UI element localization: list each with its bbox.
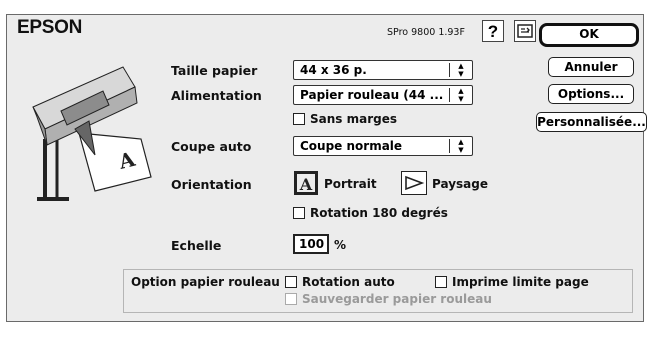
- borderless-checkbox[interactable]: Sans marges: [293, 112, 397, 126]
- cancel-button[interactable]: Annuler: [548, 57, 634, 77]
- scale-input[interactable]: 100: [293, 234, 329, 254]
- auto-cut-label: Coupe auto: [171, 139, 252, 154]
- auto-cut-select[interactable]: Coupe normale ▲ ▼: [293, 136, 473, 156]
- print-page-line-label: Imprime limite page: [452, 275, 589, 289]
- rotate180-checkbox[interactable]: Rotation 180 degrés: [293, 206, 448, 220]
- paper-size-label: Taille papier: [171, 63, 258, 78]
- paper-size-value: 44 x 36 p.: [300, 63, 367, 77]
- ok-button[interactable]: OK: [539, 23, 639, 47]
- brand-logo: EPSON: [17, 17, 83, 38]
- paper-size-select[interactable]: 44 x 36 p. ▲ ▼: [293, 60, 473, 80]
- landscape-label[interactable]: Paysage: [432, 177, 488, 191]
- auto-cut-value: Coupe normale: [300, 139, 403, 153]
- custom-button[interactable]: Personnalisée...: [536, 112, 647, 132]
- checkbox-box[interactable]: [435, 276, 447, 288]
- checkbox-box: [285, 293, 297, 305]
- checkbox-box[interactable]: [293, 207, 305, 219]
- rotate180-label: Rotation 180 degrés: [310, 206, 448, 220]
- auto-rotate-checkbox[interactable]: Rotation auto: [285, 275, 395, 289]
- source-value: Papier rouleau (44 ...: [300, 88, 444, 102]
- source-select[interactable]: Papier rouleau (44 ... ▲ ▼: [293, 85, 473, 105]
- auto-rotate-label: Rotation auto: [302, 275, 395, 289]
- updown-arrow-icon: ▲ ▼: [458, 62, 464, 78]
- checkbox-box[interactable]: [293, 113, 305, 125]
- scale-label: Echelle: [171, 238, 222, 253]
- options-button[interactable]: Options...: [548, 84, 634, 104]
- portrait-icon[interactable]: A: [294, 171, 318, 195]
- printer-utility-icon[interactable]: [514, 20, 536, 42]
- scale-unit: %: [334, 238, 347, 252]
- print-page-line-checkbox[interactable]: Imprime limite page: [435, 275, 589, 289]
- svg-text:A: A: [299, 175, 313, 194]
- landscape-icon[interactable]: [401, 171, 427, 195]
- page-setup-dialog: EPSON SPro 9800 1.93F ? OK Annuler Optio…: [6, 14, 647, 322]
- updown-arrow-icon: ▲ ▼: [458, 138, 464, 154]
- save-roll-paper-label: Sauvegarder papier rouleau: [302, 292, 492, 306]
- updown-arrow-icon: ▲ ▼: [458, 87, 464, 103]
- driver-version: SPro 9800 1.93F: [387, 27, 465, 38]
- portrait-label[interactable]: Portrait: [324, 177, 377, 191]
- printer-illustration: A: [32, 66, 152, 201]
- checkbox-box[interactable]: [285, 276, 297, 288]
- roll-options-label: Option papier rouleau: [131, 275, 280, 289]
- help-icon[interactable]: ?: [482, 20, 504, 42]
- source-label: Alimentation: [171, 88, 262, 103]
- orientation-label: Orientation: [171, 177, 252, 192]
- borderless-label: Sans marges: [310, 112, 397, 126]
- save-roll-paper-checkbox: Sauvegarder papier rouleau: [285, 292, 492, 306]
